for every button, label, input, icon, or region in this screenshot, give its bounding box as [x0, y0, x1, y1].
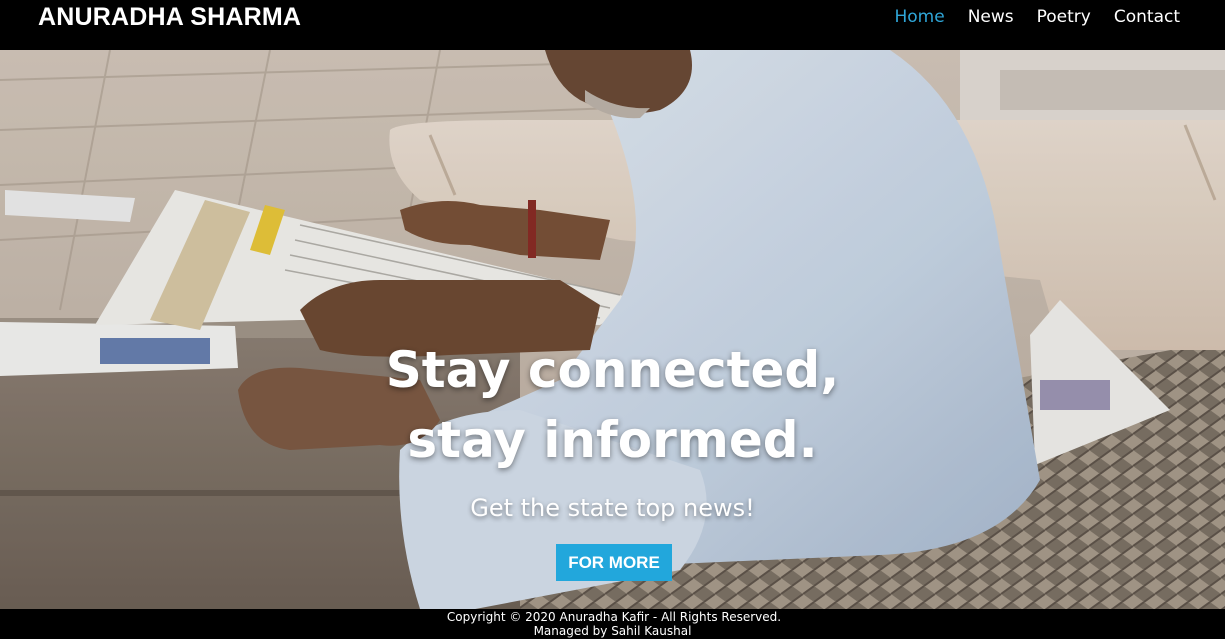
brand-logo[interactable]: ANURADHA SHARMA: [38, 2, 301, 32]
hero-title-line2: stay informed.: [407, 411, 818, 469]
footer-copyright: Copyright © 2020 Anuradha Kafir - All Ri…: [446, 610, 782, 624]
navbar: ANURADHA SHARMA Home News Poetry Contact: [0, 0, 1225, 50]
hero-section: Stay connected, stay informed. Get the s…: [0, 50, 1225, 609]
nav-home[interactable]: Home: [894, 6, 944, 28]
footer-managed-by: Managed by Sahil Kaushal: [533, 624, 692, 638]
for-more-button[interactable]: FOR MORE: [556, 544, 672, 581]
footer: Copyright © 2020 Anuradha Kafir - All Ri…: [0, 609, 1225, 639]
nav-links: Home News Poetry Contact: [894, 6, 1180, 28]
nav-contact[interactable]: Contact: [1114, 6, 1180, 28]
hero-subtitle: Get the state top news!: [470, 494, 755, 522]
hero-title-line1: Stay connected,: [385, 341, 840, 399]
nav-news[interactable]: News: [968, 6, 1014, 28]
nav-poetry[interactable]: Poetry: [1037, 6, 1091, 28]
